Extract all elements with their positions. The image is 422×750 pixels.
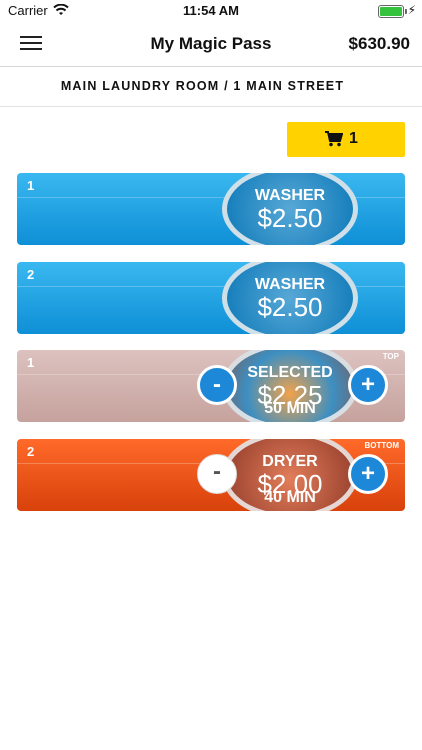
- machine-number: 2: [27, 444, 35, 459]
- increase-time-button[interactable]: +: [348, 365, 388, 405]
- cart-icon: [325, 131, 344, 147]
- position-label: TOP: [382, 352, 399, 361]
- status-bar: Carrier 11:54 AM ⚡: [0, 0, 422, 22]
- cart-button[interactable]: 1: [287, 122, 405, 157]
- machine-price: $2.50: [257, 203, 323, 233]
- machine-number: 2: [27, 267, 35, 282]
- machine-number: 1: [27, 355, 35, 370]
- washer-card[interactable]: 1 WASHER $2.50: [17, 173, 405, 245]
- washer-card[interactable]: 2 WASHER $2.50: [17, 262, 405, 334]
- location-header: MAIN LAUNDRY ROOM / 1 MAIN STREET: [0, 66, 422, 107]
- status-time: 11:54 AM: [183, 3, 239, 18]
- cart-count: 1: [349, 130, 358, 147]
- machine-duration: 40 MIN: [264, 489, 316, 506]
- decrease-time-button[interactable]: -: [197, 454, 237, 494]
- dryer-card[interactable]: 2 BOTTOM DRYER $2.00 40 MIN - +: [17, 439, 405, 511]
- navigation-bar: My Magic Pass $630.90: [0, 22, 422, 67]
- machine-duration: 50 MIN: [264, 400, 316, 417]
- location-name: MAIN LAUNDRY ROOM / 1 MAIN STREET: [60, 79, 345, 93]
- machine-price: $2.50: [257, 292, 323, 322]
- account-balance: $630.90: [348, 34, 410, 53]
- battery-icon: [378, 5, 407, 18]
- increase-time-button[interactable]: +: [348, 454, 388, 494]
- selected-dryer-card[interactable]: 1 TOP SELECTED $2.25 50 MIN - +: [17, 350, 405, 422]
- decrease-time-button[interactable]: -: [197, 365, 237, 405]
- charging-icon: ⚡: [407, 3, 416, 17]
- machine-number: 1: [27, 178, 35, 193]
- position-label: BOTTOM: [364, 441, 399, 450]
